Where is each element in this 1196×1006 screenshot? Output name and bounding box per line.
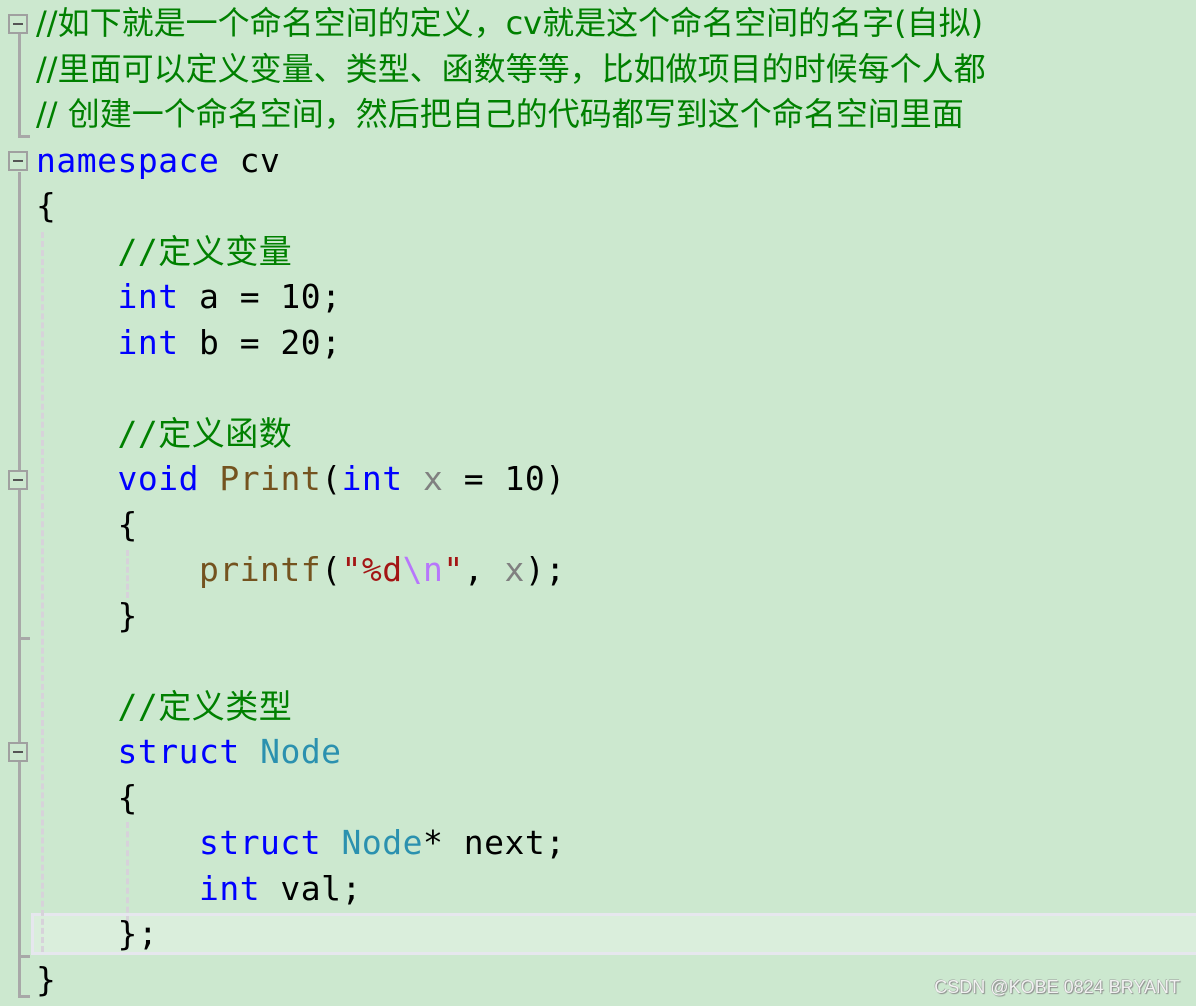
code-editor[interactable]: //如下就是一个命名空间的定义，cv就是这个命名空间的名字(自拟) //里面可以定… xyxy=(0,0,1196,1006)
code-token: { xyxy=(36,777,138,817)
code-token: { xyxy=(36,186,57,225)
fold-toggle-icon[interactable] xyxy=(8,151,28,171)
code-token: Node xyxy=(260,732,342,771)
code-token: int xyxy=(117,322,179,362)
code-line[interactable]: { xyxy=(36,775,138,820)
code-token: val; xyxy=(260,868,362,908)
code-token: namespace xyxy=(36,140,220,180)
code-token: int xyxy=(198,868,261,908)
code-token: , xyxy=(463,550,505,589)
code-line[interactable]: // 创建一个命名空间，然后把自己的代码都写到这个命名空间里面 xyxy=(36,92,964,137)
code-token: void xyxy=(117,459,199,498)
code-line[interactable]: } xyxy=(36,957,56,1002)
code-line[interactable]: }; xyxy=(36,911,158,956)
code-token: a = 10; xyxy=(178,277,342,316)
code-token: " xyxy=(443,550,464,589)
code-token: "%d xyxy=(341,550,403,589)
code-token: printf xyxy=(198,550,322,589)
code-line[interactable]: void Print(int x = 10) xyxy=(36,456,566,501)
code-line[interactable]: { xyxy=(36,502,138,547)
code-line[interactable]: struct Node* next; xyxy=(36,820,566,865)
fold-toggle-icon[interactable] xyxy=(8,14,28,34)
code-token: //定义变量 xyxy=(36,231,293,271)
code-token: struct xyxy=(198,823,322,862)
code-token: int xyxy=(341,459,403,498)
code-token: struct xyxy=(117,732,240,771)
fold-toggle-icon[interactable] xyxy=(8,742,28,762)
code-token: x xyxy=(423,459,444,498)
code-token: \n xyxy=(402,550,444,589)
code-token: //如下就是一个命名空间的定义，cv就是这个命名空间的名字(自拟) xyxy=(36,4,984,42)
code-token: cv xyxy=(219,140,281,180)
code-line[interactable]: //定义变量 xyxy=(36,229,292,274)
code-token: }; xyxy=(36,914,159,953)
outline-end-struct xyxy=(18,955,30,958)
code-token: int xyxy=(117,277,179,316)
code-token: //里面可以定义变量、类型、函数等等，比如做项目的时候每个人都 xyxy=(36,49,986,88)
code-token: //定义函数 xyxy=(36,413,293,453)
fold-toggle-icon[interactable] xyxy=(8,470,28,490)
code-token: b = 20; xyxy=(178,322,342,362)
code-line[interactable]: //里面可以定义变量、类型、函数等等，比如做项目的时候每个人都 xyxy=(36,47,986,92)
code-token: Node xyxy=(341,823,424,862)
outline-end-namespace xyxy=(18,995,30,998)
code-token: ( xyxy=(321,459,342,498)
code-token: } xyxy=(36,595,138,635)
code-line[interactable]: int b = 20; xyxy=(36,320,342,365)
code-line[interactable]: //定义函数 xyxy=(36,411,292,456)
code-line[interactable]: struct Node xyxy=(36,729,342,774)
outline-bar-namespace xyxy=(18,172,21,998)
code-token: = 10) xyxy=(443,459,566,498)
code-token: { xyxy=(36,504,138,544)
code-token: Print xyxy=(219,459,322,498)
code-token: } xyxy=(36,959,57,999)
code-token: ); xyxy=(524,550,566,589)
code-line[interactable]: //如下就是一个命名空间的定义，cv就是这个命名空间的名字(自拟) xyxy=(36,1,983,46)
code-token: x xyxy=(504,550,525,589)
outline-bar-comment xyxy=(18,34,21,138)
code-line[interactable]: } xyxy=(36,593,138,638)
code-line[interactable]: int val; xyxy=(36,866,362,911)
outline-end-comment xyxy=(18,135,30,138)
code-line[interactable]: printf("%d\n", x); xyxy=(36,547,566,592)
code-token: // 创建一个命名空间，然后把自己的代码都写到这个命名空间里面 xyxy=(36,95,964,133)
code-token: //定义类型 xyxy=(36,686,293,726)
outline-end-function xyxy=(18,637,30,640)
watermark: CSDN @KOBE 0824 BRYANT xyxy=(934,977,1180,997)
code-token: ( xyxy=(321,550,342,589)
current-line-highlight xyxy=(31,913,1196,955)
code-line[interactable]: namespace cv xyxy=(36,138,280,183)
code-line[interactable]: { xyxy=(36,183,56,228)
code-token: * next; xyxy=(423,823,566,862)
code-line[interactable]: int a = 10; xyxy=(36,274,342,319)
code-line[interactable]: //定义类型 xyxy=(36,684,292,729)
